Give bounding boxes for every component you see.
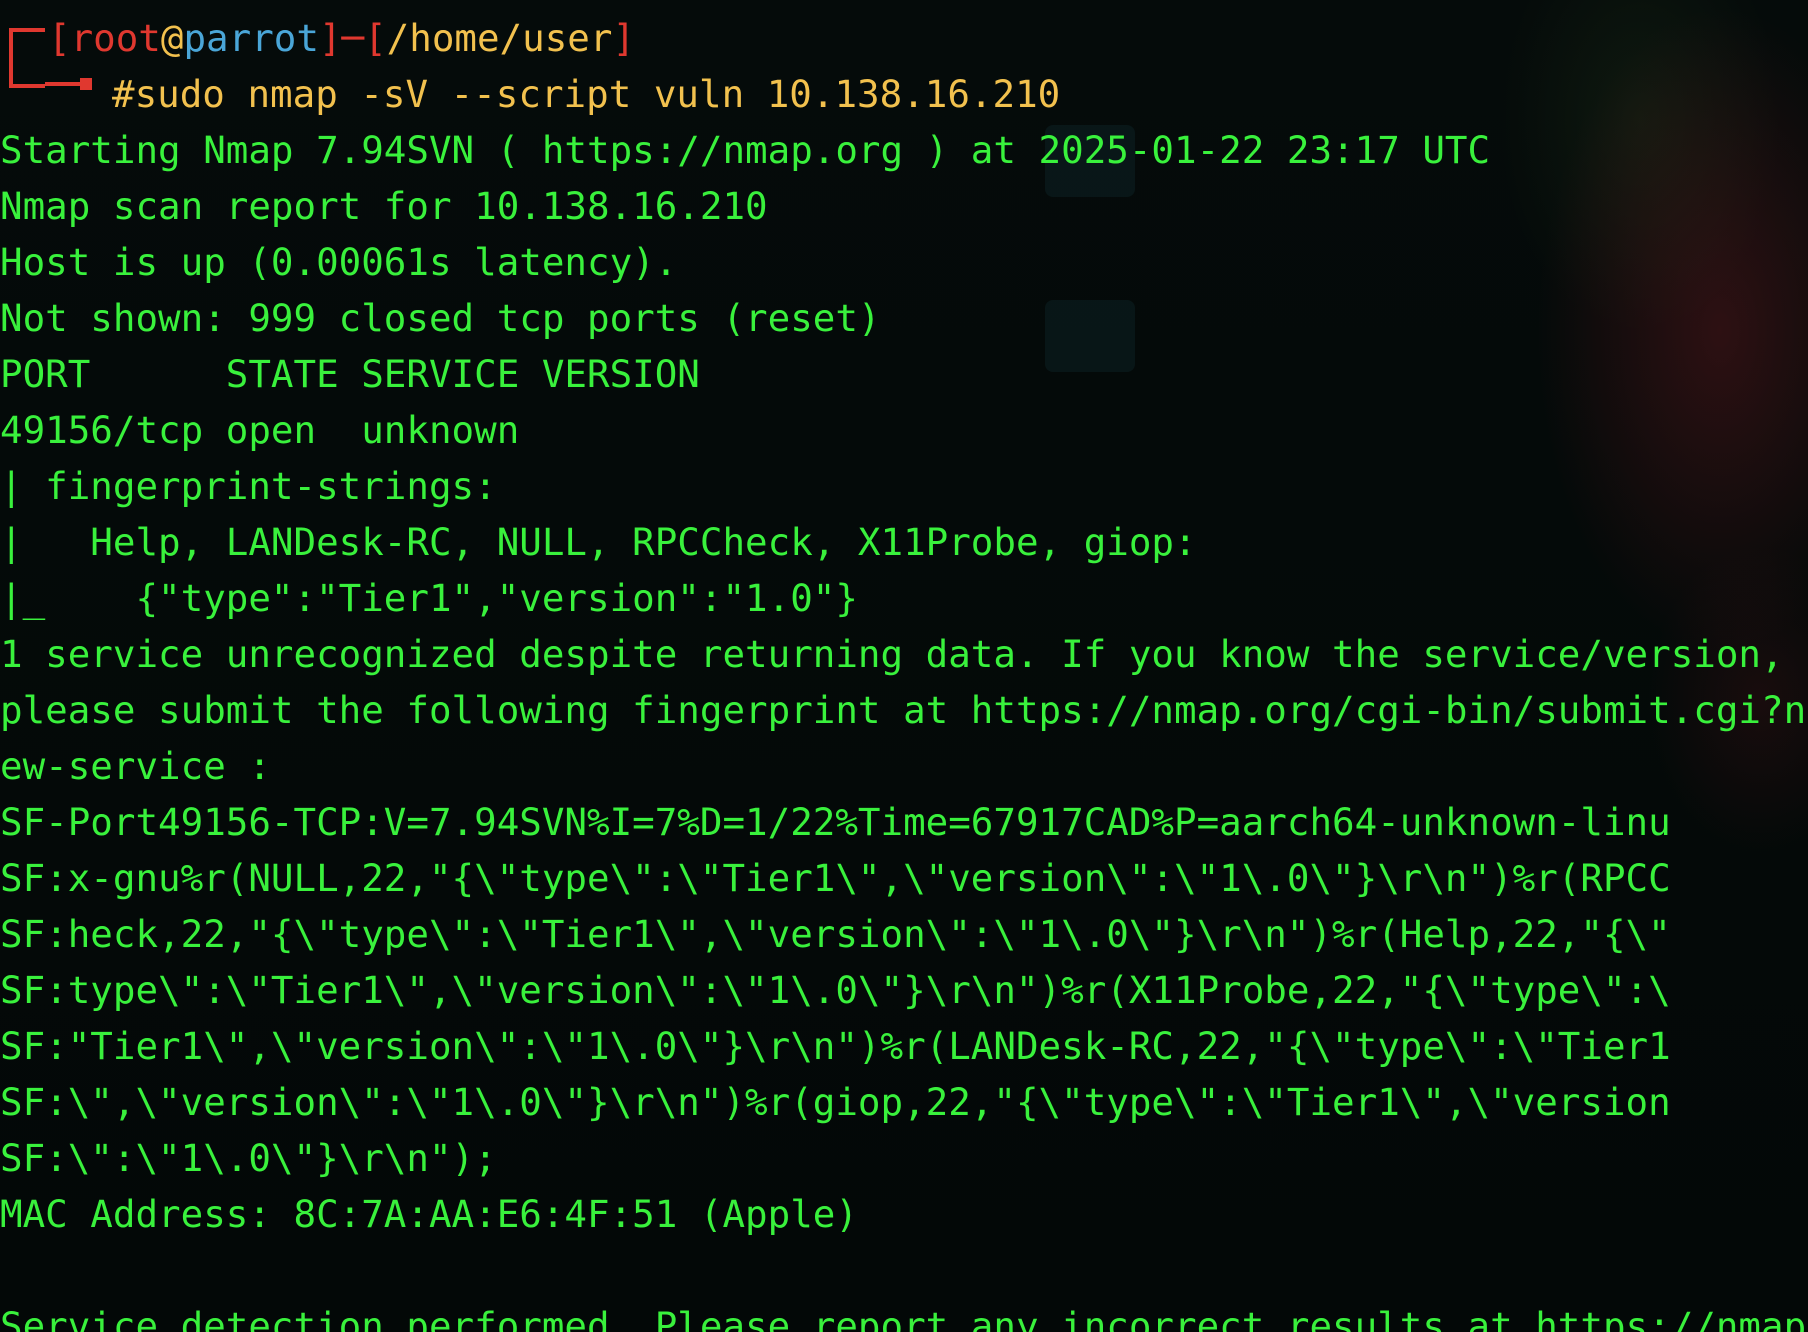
output-line: Nmap scan report for 10.138.16.210 — [0, 184, 768, 228]
output-line: please submit the following fingerprint … — [0, 688, 1807, 732]
output-line: | fingerprint-strings: — [0, 464, 497, 508]
output-line: SF:\":\"1\.0\"}\r\n"); — [0, 1136, 497, 1180]
output-line: Service detection performed. Please repo… — [0, 1304, 1807, 1332]
prompt-host: parrot — [183, 16, 319, 60]
command-line: #sudo nmap -sV --script vuln 10.138.16.2… — [0, 66, 1808, 122]
output-line: SF-Port49156-TCP:V=7.94SVN%I=7%D=1/22%Ti… — [0, 800, 1671, 844]
terminal-output[interactable]: [root@parrot]─[/home/user] #sudo nmap -s… — [0, 10, 1808, 1332]
output-line: SF:\",\"version\":\"1\.0\"}\r\n")%r(giop… — [0, 1080, 1671, 1124]
prompt-close-bracket: ] — [612, 16, 636, 60]
output-line: 49156/tcp open unknown — [0, 408, 520, 452]
output-line: Host is up (0.00061s latency). — [0, 240, 678, 284]
prompt-separator: ]─[ — [318, 16, 387, 60]
output-line: |_ {"type":"Tier1","version":"1.0"} — [0, 576, 858, 620]
output-line: PORT STATE SERVICE VERSION — [0, 352, 700, 396]
output-line: SF:heck,22,"{\"type\":\"Tier1\",\"versio… — [0, 912, 1671, 956]
output-line: ew-service : — [0, 744, 271, 788]
prompt-user: root — [70, 16, 161, 60]
output-line: SF:"Tier1\",\"version\":\"1\.0\"}\r\n")%… — [0, 1024, 1671, 1068]
output-line: MAC Address: 8C:7A:AA:E6:4F:51 (Apple) — [0, 1192, 858, 1236]
output-line: Not shown: 999 closed tcp ports (reset) — [0, 296, 881, 340]
output-line: | Help, LANDesk-RC, NULL, RPCCheck, X11P… — [0, 520, 1197, 564]
output-line: SF:type\":\"Tier1\",\"version\":\"1\.0\"… — [0, 968, 1671, 1012]
prompt-open-bracket: [ — [48, 16, 71, 60]
prompt-path: /home/user — [386, 16, 613, 60]
output-line: 1 service unrecognized despite returning… — [0, 632, 1784, 676]
terminal-window[interactable]: [root@parrot]─[/home/user] #sudo nmap -s… — [0, 0, 1808, 1332]
prompt-header: [root@parrot]─[/home/user] — [0, 10, 1808, 66]
command-text: #sudo nmap -sV --script vuln 10.138.16.2… — [112, 72, 1061, 116]
output-line: Starting Nmap 7.94SVN ( https://nmap.org… — [0, 128, 1491, 172]
output-line: SF:x-gnu%r(NULL,22,"{\"type\":\"Tier1\",… — [0, 856, 1671, 900]
prompt-at: @ — [160, 16, 184, 60]
